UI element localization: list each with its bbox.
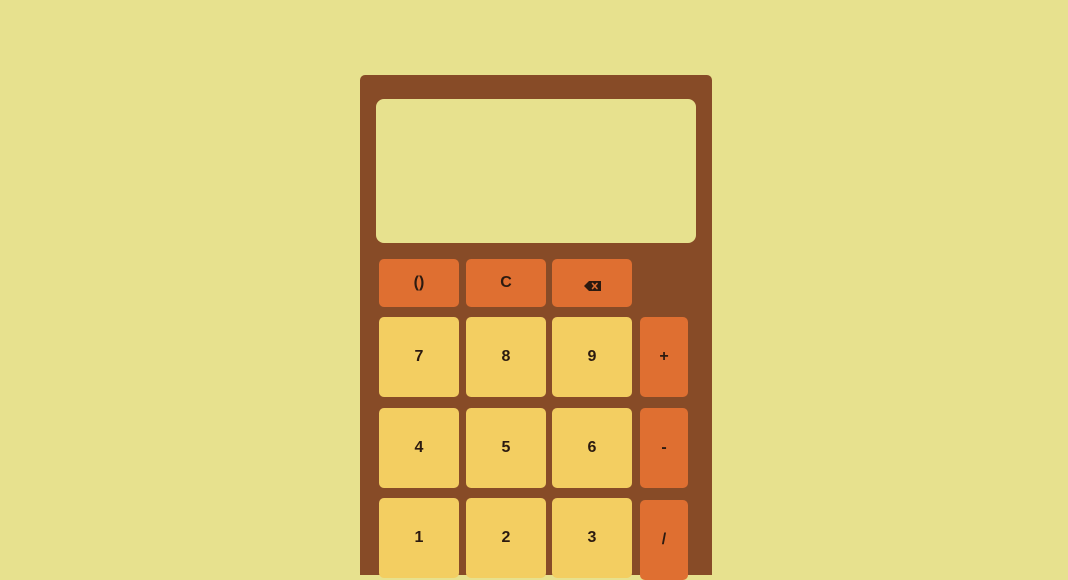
backspace-icon (583, 278, 601, 291)
key-8-button[interactable]: 8 (466, 317, 546, 397)
key-6-button[interactable]: 6 (552, 408, 632, 488)
key-7-button[interactable]: 7 (379, 317, 459, 397)
parentheses-button[interactable]: () (379, 259, 459, 307)
plus-button[interactable]: + (640, 317, 688, 397)
backspace-button[interactable] (552, 259, 632, 307)
calculator-display (376, 99, 696, 243)
minus-button[interactable]: - (640, 408, 688, 488)
key-2-button[interactable]: 2 (466, 498, 546, 578)
key-1-button[interactable]: 1 (379, 498, 459, 578)
key-4-button[interactable]: 4 (379, 408, 459, 488)
clear-button[interactable]: C (466, 259, 546, 307)
key-3-button[interactable]: 3 (552, 498, 632, 578)
key-5-button[interactable]: 5 (466, 408, 546, 488)
divide-button[interactable]: / (640, 500, 688, 580)
key-9-button[interactable]: 9 (552, 317, 632, 397)
calculator-body: () C 7 8 9 + 4 5 6 - 1 2 3 / (360, 75, 712, 580)
